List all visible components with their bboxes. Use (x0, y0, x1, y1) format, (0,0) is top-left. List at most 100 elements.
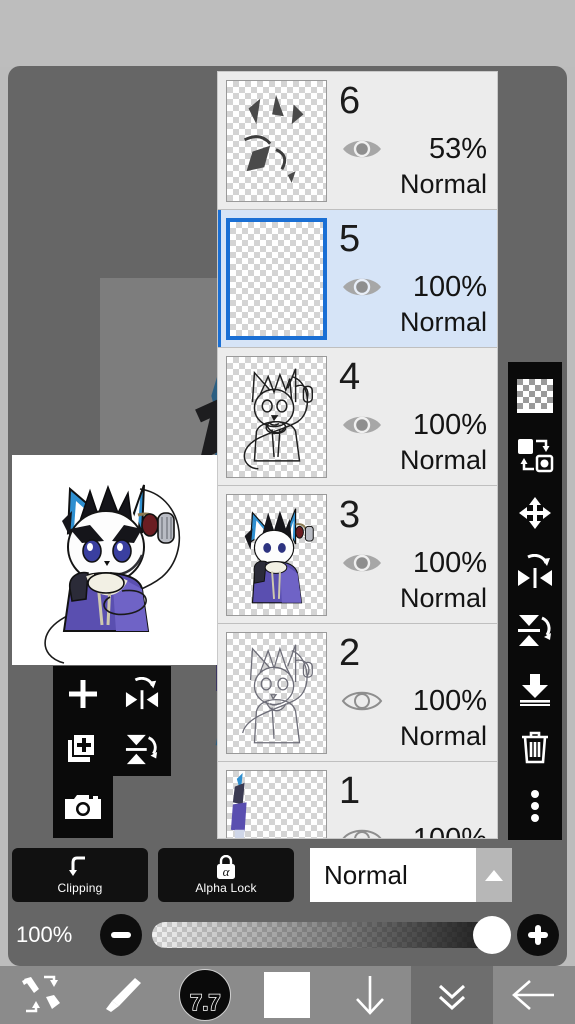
layer-tools-toolbar[interactable] (508, 362, 562, 840)
camera-icon[interactable] (53, 779, 112, 834)
layer-number: 4 (339, 355, 361, 398)
character-artwork (44, 484, 181, 664)
brush-eraser-swap-icon (22, 975, 61, 1013)
brush-button[interactable] (82, 966, 164, 1024)
blend-mode-select[interactable]: Normal (310, 848, 512, 902)
tool-swap-button[interactable] (0, 966, 82, 1024)
eye-filled-icon[interactable] (341, 136, 383, 162)
layer-thumbnail[interactable] (226, 217, 327, 340)
layer-row[interactable]: 2 100% Normal (218, 624, 497, 762)
plus-icon[interactable] (53, 666, 112, 721)
layer-number: 5 (339, 217, 361, 260)
thumbnail-artwork (243, 94, 304, 183)
flip-horizontal-icon[interactable] (515, 550, 555, 594)
layer-number: 1 (339, 769, 361, 812)
eye-filled-icon[interactable] (341, 274, 383, 300)
layer-row[interactable]: 4 100% Normal (218, 348, 497, 486)
opacity-slider-track[interactable] (152, 916, 511, 954)
bottom-navigation-bar[interactable]: 7.7 (0, 966, 575, 1024)
layer-number: 2 (339, 631, 361, 674)
layer-opacity[interactable]: 100% (413, 824, 487, 839)
minus-icon (111, 932, 131, 938)
layer-opacity[interactable]: 100% (413, 410, 487, 440)
brush-size-button[interactable]: 7.7 (164, 966, 246, 1024)
layer-meta: 4 100% Normal (327, 356, 497, 478)
layer-blend-mode[interactable]: Normal (400, 170, 487, 198)
opacity-increment-button[interactable] (517, 914, 559, 956)
triangle-up-icon[interactable] (476, 848, 512, 902)
clipping-arrow-icon (69, 856, 85, 876)
back-button[interactable] (493, 966, 575, 1024)
clipping-label: Clipping (57, 880, 103, 895)
brush-icon (106, 978, 142, 1012)
camera-toolbar[interactable] (53, 776, 113, 838)
eye-outline-icon[interactable] (341, 826, 383, 840)
flip-vertical-icon[interactable] (515, 608, 555, 652)
layer-opacity[interactable]: 100% (413, 548, 487, 578)
opacity-slider-fill (152, 922, 507, 948)
status-bar (0, 0, 575, 67)
duplicate-layer-icon[interactable] (53, 721, 112, 776)
thumbnail-artwork (244, 508, 314, 603)
alpha-lock-icon: α (217, 855, 235, 879)
opacity-slider-row: 100% (0, 906, 575, 964)
opacity-decrement-button[interactable] (100, 914, 142, 956)
layer-thumbnail[interactable] (226, 769, 327, 838)
brush-size-icon: 7.7 (179, 969, 232, 1021)
layer-opacity[interactable]: 53% (429, 134, 487, 164)
thumbnail-artwork (242, 644, 313, 743)
layer-thumbnail[interactable] (226, 355, 327, 478)
thumbnail-artwork (230, 772, 247, 838)
layer-thumbnail[interactable] (226, 493, 327, 616)
transparency-checker-icon[interactable] (515, 374, 555, 418)
swap-layers-icon[interactable] (515, 433, 555, 477)
layer-blend-mode[interactable]: Normal (400, 308, 487, 336)
eye-outline-icon[interactable] (341, 688, 383, 714)
layer-meta: 6 53% Normal (327, 80, 497, 202)
more-vertical-icon[interactable] (515, 784, 555, 828)
merge-down-icon[interactable] (515, 667, 555, 711)
flip-vertical-icon[interactable] (112, 721, 171, 776)
move-arrows-icon[interactable] (515, 491, 555, 535)
eye-filled-icon[interactable] (341, 550, 383, 576)
layer-quick-toolbar[interactable] (53, 666, 171, 776)
alpha-lock-label: Alpha Lock (195, 881, 257, 895)
alpha-lock-button[interactable]: α Alpha Lock (158, 848, 294, 902)
layer-opacity[interactable]: 100% (413, 686, 487, 716)
layer-panel[interactable]: 6 53% Normal 5 100% Normal 4 100% Normal… (217, 71, 498, 839)
canvas-preview-card[interactable] (12, 455, 218, 665)
transparency-checker-icon (230, 221, 323, 336)
color-swatch-icon (264, 972, 311, 1018)
opacity-value-label: 100% (16, 922, 73, 947)
layer-number: 6 (339, 79, 361, 122)
thumbnail-artwork (243, 367, 313, 469)
blend-mode-value: Normal (324, 859, 408, 890)
layer-number: 3 (339, 493, 361, 536)
layer-blend-mode[interactable]: Normal (400, 722, 487, 750)
eye-filled-icon[interactable] (341, 412, 383, 438)
opacity-slider-knob[interactable] (473, 916, 511, 954)
layer-row[interactable]: 6 53% Normal (218, 72, 497, 210)
layer-blend-mode[interactable]: Normal (400, 584, 487, 612)
layer-row[interactable]: 5 100% Normal (218, 210, 497, 348)
plus-icon (528, 925, 548, 945)
collapse-button[interactable] (410, 966, 493, 1024)
double-chevron-down-icon (438, 984, 465, 1011)
layer-row[interactable]: 3 100% Normal (218, 486, 497, 624)
layer-thumbnail[interactable] (226, 631, 327, 754)
brush-size-value: 7.7 (189, 989, 221, 1016)
layer-meta: 5 100% Normal (327, 218, 497, 340)
layer-controls-row: Clipping α Alpha Lock Normal (0, 846, 575, 904)
layer-blend-mode[interactable]: Normal (400, 446, 487, 474)
download-button[interactable] (329, 966, 411, 1024)
trash-icon[interactable] (515, 725, 555, 769)
layer-meta: 3 100% Normal (327, 494, 497, 616)
flip-horizontal-icon[interactable] (112, 666, 171, 721)
layer-row[interactable]: 1 100% Normal (218, 762, 497, 840)
layer-opacity[interactable]: 100% (413, 272, 487, 302)
layer-thumbnail[interactable] (226, 79, 327, 202)
clipping-button[interactable]: Clipping (12, 848, 148, 902)
color-button[interactable] (246, 966, 328, 1024)
svg-text:α: α (223, 864, 231, 879)
arrow-down-icon (355, 976, 384, 1015)
